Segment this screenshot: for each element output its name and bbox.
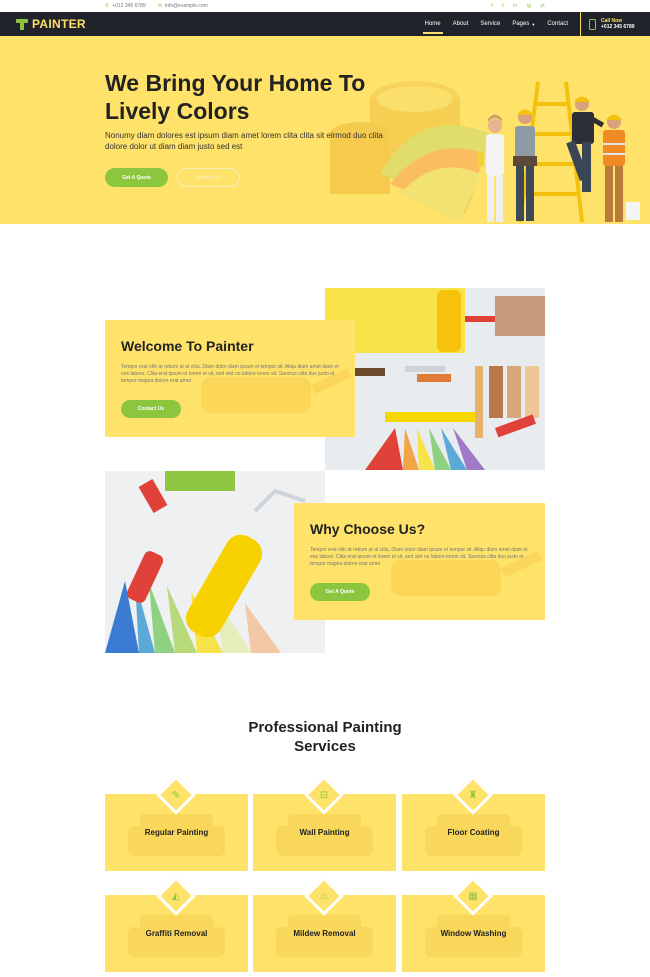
why-text: Tempor erat elitr at rebum at at clita. …	[310, 547, 528, 567]
hero-description: Nonumy diam dolores est ipsum diam amet …	[105, 131, 383, 151]
chevron-down-icon: ▼	[531, 21, 536, 27]
welcome-title: Welcome To Painter	[121, 338, 254, 354]
spray-icon: ♨	[319, 890, 329, 902]
hero-text: We Bring Your Home To Lively Colors Nonum…	[105, 69, 415, 187]
top-email-text: info@example.com	[164, 3, 208, 9]
nav-service[interactable]: Service	[474, 12, 506, 36]
sofa-watermark-icon	[276, 814, 373, 856]
sofa-watermark-icon	[128, 814, 225, 856]
instagram-icon[interactable]: ig	[527, 3, 532, 9]
call-number: +012 345 6789	[601, 24, 635, 30]
top-contacts: ✆ +012 345 6789 ✉ info@example.com	[105, 3, 208, 9]
get-quote-button[interactable]: Get A Quote	[105, 168, 168, 187]
services-title-line-2: Services	[294, 738, 356, 755]
why-title: Why Choose Us?	[310, 521, 426, 537]
twitter-icon[interactable]: t	[502, 3, 504, 9]
hero-title-line-2: Lively Colors	[105, 98, 250, 124]
nav-home[interactable]: Home	[419, 12, 447, 36]
nav-about[interactable]: About	[447, 12, 475, 36]
nav-pages-label: Pages	[512, 21, 530, 27]
navbar: PAINTER Home About Service Pages ▼ Contac…	[0, 12, 650, 36]
service-card-regular-painting[interactable]: ✎ Regular Painting	[105, 775, 248, 871]
logo[interactable]: PAINTER	[16, 17, 86, 31]
service-label: Regular Painting	[144, 828, 209, 837]
contact-us-button[interactable]: Contact Us	[177, 168, 240, 187]
service-label: Floor Coating	[447, 828, 500, 837]
window-icon: ▦	[468, 890, 478, 902]
services-heading: Professional Painting Services	[0, 718, 650, 756]
sofa-watermark-icon	[425, 915, 522, 957]
services-title: Professional Painting Services	[0, 718, 650, 756]
welcome-contact-button[interactable]: Contact Us	[121, 400, 181, 418]
service-label: Window Washing	[440, 929, 507, 938]
sofa-watermark-icon	[425, 814, 522, 856]
top-email[interactable]: ✉ info@example.com	[158, 3, 208, 9]
top-phone-text: +012 345 6789	[112, 3, 146, 9]
mobile-phone-icon	[589, 18, 596, 30]
welcome-text: Tempor erat elitr at rebum at at clita. …	[121, 364, 339, 384]
brush-icon: ✎	[171, 789, 181, 801]
features-section: Welcome To Painter Tempor erat elitr at …	[0, 224, 650, 655]
envelope-icon: ✉	[157, 3, 162, 9]
services-title-line-1: Professional Painting	[248, 719, 402, 736]
call-now-box[interactable]: Call Now +012 345 6789	[580, 12, 650, 36]
why-quote-button[interactable]: Get A Quote	[310, 583, 370, 601]
service-card-floor-coating[interactable]: ♜ Floor Coating	[402, 775, 545, 871]
hero-title: We Bring Your Home To Lively Colors	[105, 69, 415, 125]
welcome-card: Welcome To Painter Tempor erat elitr at …	[105, 320, 355, 437]
nav-contact[interactable]: Contact	[541, 12, 574, 36]
eraser-icon: ◭	[172, 890, 180, 902]
service-card-wall-painting[interactable]: ⊟ Wall Painting	[253, 775, 396, 871]
paint-bucket-icon: ♜	[468, 789, 478, 801]
sofa-watermark-icon	[128, 915, 225, 957]
logo-text: PAINTER	[32, 17, 86, 31]
sofa-watermark-icon	[276, 915, 373, 957]
nav-pages[interactable]: Pages ▼	[506, 12, 541, 36]
top-bar: ✆ +012 345 6789 ✉ info@example.com f t in …	[0, 0, 650, 12]
painting-tools-image	[325, 288, 545, 470]
top-phone[interactable]: ✆ +012 345 6789	[105, 3, 146, 9]
service-label: Graffiti Removal	[145, 929, 208, 938]
logo-icon	[16, 18, 28, 30]
main-menu: Home About Service Pages ▼ Contact	[419, 12, 574, 36]
youtube-icon[interactable]: yt	[540, 3, 545, 9]
service-card-window-washing[interactable]: ▦ Window Washing	[402, 876, 545, 972]
service-label: Mildew Removal	[293, 929, 356, 938]
why-choose-card: Why Choose Us? Tempor erat elitr at rebu…	[294, 503, 545, 620]
social-links: f t in ig yt	[491, 3, 545, 9]
paint-roller-image	[105, 471, 325, 653]
linkedin-icon[interactable]: in	[513, 3, 518, 9]
facebook-icon[interactable]: f	[491, 3, 493, 9]
phone-icon: ✆	[105, 3, 110, 9]
service-label: Wall Painting	[299, 828, 350, 837]
hero-title-line-1: We Bring Your Home To	[105, 70, 366, 96]
service-card-graffiti-removal[interactable]: ◭ Graffiti Removal	[105, 876, 248, 972]
hero-section: We Bring Your Home To Lively Colors Nonum…	[0, 36, 650, 224]
service-card-mildew-removal[interactable]: ♨ Mildew Removal	[253, 876, 396, 972]
roller-icon: ⊟	[319, 789, 329, 801]
